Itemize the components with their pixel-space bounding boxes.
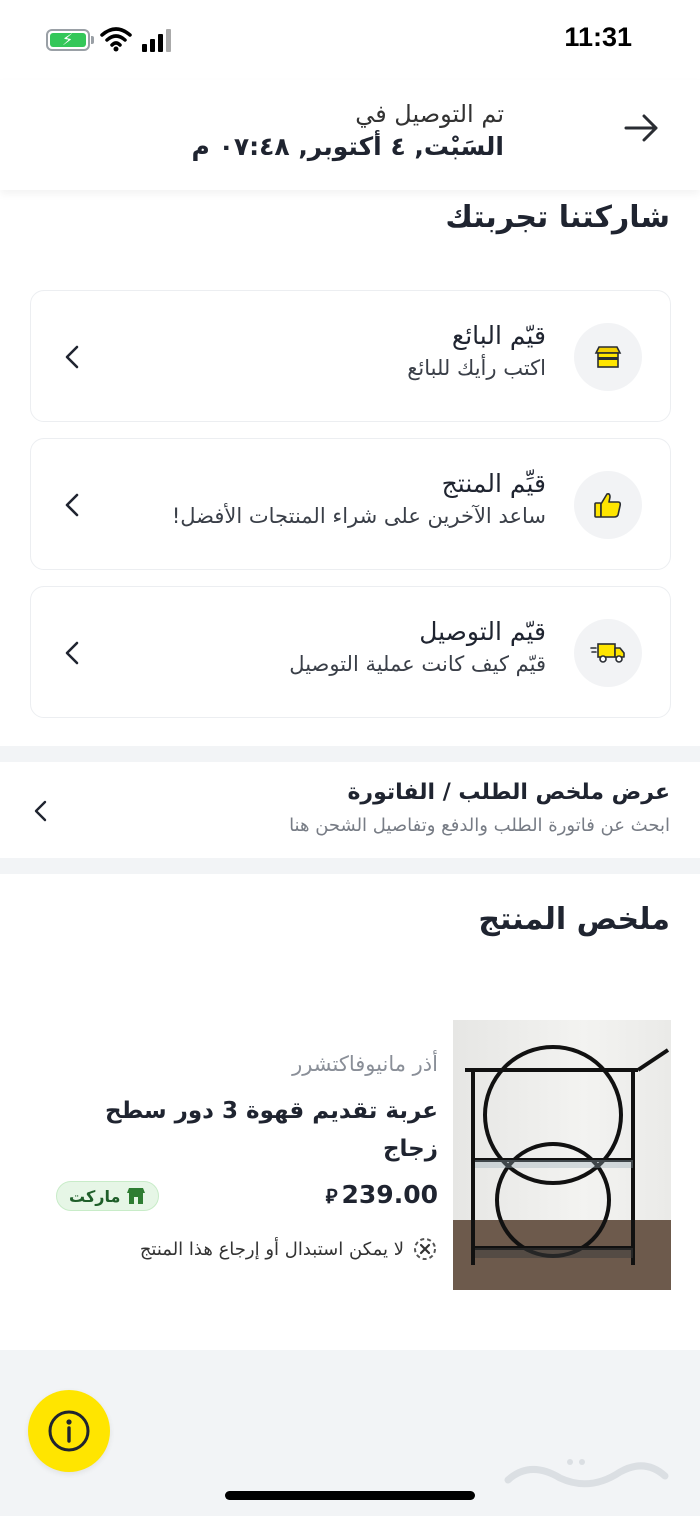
product-summary-title: ملخص المنتج <box>478 902 670 937</box>
invoice-subtitle: ابحث عن فاتورة الطلب والدفع وتفاصيل الشح… <box>289 815 670 836</box>
delivery-truck-icon <box>574 619 642 687</box>
chevron-left-icon <box>65 345 79 369</box>
no-return-icon <box>414 1238 436 1260</box>
market-badge-label: ماركت <box>69 1186 121 1206</box>
home-indicator[interactable] <box>225 1491 475 1500</box>
rate-product-title: قيِّم المنتج <box>441 469 546 498</box>
section-divider <box>0 858 700 874</box>
experience-title: شاركتنا تجربتك <box>445 200 670 235</box>
order-invoice-row[interactable]: عرض ملخص الطلب / الفاتورة ابحث عن فاتورة… <box>0 762 700 858</box>
battery-icon: ⚡ <box>46 29 94 51</box>
product-price: ⃁ 239.00 <box>326 1180 438 1209</box>
rate-product-subtitle: ساعد الآخرين على شراء المنتجات الأفضل! <box>171 504 546 528</box>
wifi-icon <box>100 27 132 52</box>
cellular-signal-icon <box>142 29 171 52</box>
rate-delivery-card[interactable]: قيّم التوصيل قيّم كيف كانت عملية التوصيل <box>30 586 671 718</box>
section-divider <box>0 746 700 762</box>
product-name[interactable]: عربة تقديم قهوة 3 دور سطح زجاج <box>78 1092 438 1168</box>
rate-seller-subtitle: اكتب رأيك للبائع <box>407 356 546 380</box>
rate-delivery-title: قيّم التوصيل <box>419 617 546 646</box>
status-bar: ⚡ 11:31 <box>0 0 700 80</box>
rate-product-card[interactable]: قيِّم المنتج ساعد الآخرين على شراء المنت… <box>30 438 671 570</box>
order-header: تم التوصيل في السَبْت, ٤ أكتوبر, ٠٧:٤٨ م <box>0 80 700 190</box>
delivered-label: تم التوصيل في <box>355 100 504 128</box>
store-icon <box>574 323 642 391</box>
product-image[interactable] <box>453 1020 671 1290</box>
thumbs-up-icon <box>574 471 642 539</box>
store-icon <box>127 1188 146 1204</box>
chevron-left-icon <box>34 800 47 822</box>
delivered-date: السَبْت, ٤ أكتوبر, ٠٧:٤٨ م <box>191 132 504 161</box>
chevron-left-icon <box>65 493 79 517</box>
back-arrow-icon[interactable] <box>622 108 662 148</box>
product-brand[interactable]: أذر مانيوفاكتشرر <box>292 1052 438 1076</box>
return-policy: لا يمكن استبدال أو إرجاع هذا المنتج <box>140 1236 438 1262</box>
status-time: 11:31 <box>564 22 632 52</box>
market-badge: ماركت <box>56 1181 160 1211</box>
info-button[interactable] <box>28 1390 110 1472</box>
haraj-watermark-logo <box>504 1459 669 1488</box>
price-value: 239.00 <box>341 1180 438 1209</box>
invoice-title: عرض ملخص الطلب / الفاتورة <box>347 780 670 805</box>
return-policy-text: لا يمكن استبدال أو إرجاع هذا المنتج <box>139 1238 404 1260</box>
info-icon <box>48 1410 90 1452</box>
delivery-info: تم التوصيل في السَبْت, ٤ أكتوبر, ٠٧:٤٨ م <box>192 100 504 161</box>
chevron-left-icon <box>65 641 79 665</box>
rate-seller-card[interactable]: قيّم البائع اكتب رأيك للبائع <box>30 290 671 422</box>
rate-seller-title: قيّم البائع <box>451 321 546 350</box>
rate-delivery-subtitle: قيّم كيف كانت عملية التوصيل <box>289 652 546 676</box>
riyal-currency-icon: ⃁ <box>325 1184 338 1208</box>
